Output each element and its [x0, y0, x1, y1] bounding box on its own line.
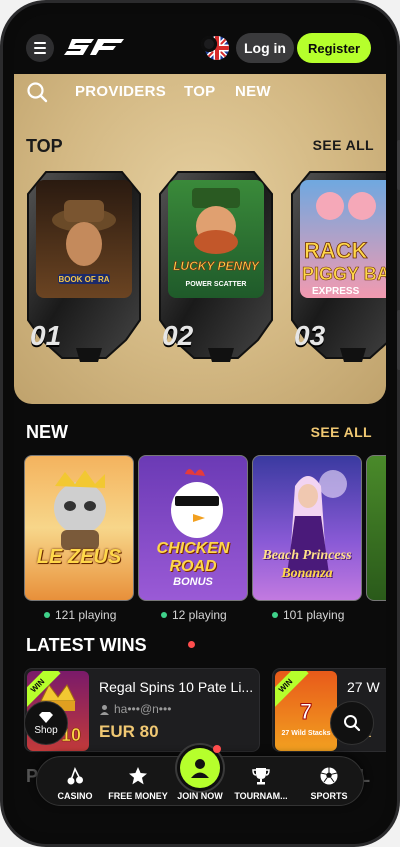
new-section-title: NEW: [26, 422, 68, 442]
hamburger-menu-icon[interactable]: [26, 34, 54, 62]
new-game-title: LE ZEUS: [36, 546, 122, 568]
user-icon: [100, 704, 109, 715]
floating-search-button[interactable]: [330, 701, 374, 745]
nav-sports[interactable]: SPORTS: [299, 757, 359, 807]
top-game-subtitle: PIGGY BA: [302, 264, 386, 284]
category-nav: PROVIDERS TOP NEW: [14, 74, 386, 110]
top-rank-number: 01: [30, 320, 62, 351]
shop-button[interactable]: Shop: [24, 701, 68, 745]
nav-top[interactable]: TOP: [184, 83, 215, 100]
nav-join-now[interactable]: JOIN NOW: [173, 757, 227, 807]
app-header: Log in Register: [14, 14, 386, 74]
win-game-name: 27 W: [347, 679, 380, 695]
search-icon[interactable]: [26, 81, 48, 103]
top-games-panel: PROVIDERS TOP NEW TOP SEE ALL BOOK OF RA…: [14, 74, 386, 404]
phone-frame: Log in Register PROVIDERS TOP NEW TOP SE…: [0, 0, 400, 847]
top-rank-number: 03: [294, 320, 326, 351]
app-screen: Log in Register PROVIDERS TOP NEW TOP SE…: [14, 14, 386, 833]
new-game-card[interactable]: Beach Princess Bonanza: [252, 455, 362, 601]
cherries-icon: [67, 766, 83, 785]
new-game-title-line2: ROAD: [169, 558, 217, 575]
latest-wins-title: LATEST WINS: [26, 635, 147, 655]
search-icon: [344, 715, 361, 732]
top-game-extra: EXPRESS: [312, 286, 360, 297]
new-game-title-line2: Bonanza: [281, 566, 333, 581]
logo[interactable]: [64, 38, 132, 56]
nav-new[interactable]: NEW: [235, 83, 271, 100]
new-game-title: CHICKEN: [156, 540, 230, 557]
new-game-card[interactable]: [366, 455, 386, 601]
front-camera: [201, 36, 217, 52]
bottom-navigation: CASINO FREE MONEY JOIN NOW TOURNAM... SP…: [36, 743, 364, 807]
register-button[interactable]: Register: [297, 33, 371, 63]
top-game-card[interactable]: RACK PIGGY BA EXPRESS 03: [290, 170, 386, 366]
top-section-title: TOP: [26, 136, 63, 156]
top-game-title: BOOK OF RA: [58, 275, 109, 284]
notification-dot: [213, 745, 221, 753]
top-game-card[interactable]: LUCKY PENNY POWER SCATTER 02: [158, 170, 274, 366]
player-count: 121 playing: [44, 608, 116, 622]
nav-tournaments[interactable]: TOURNAM...: [229, 757, 293, 807]
nav-free-money[interactable]: FREE MONEY: [105, 757, 171, 807]
win-game-thumbnail: 7 27 Wild Stacks WIN: [275, 671, 337, 751]
svg-text:7: 7: [300, 699, 312, 724]
online-dot-icon: [44, 612, 50, 618]
top-game-card[interactable]: BOOK OF RA 01: [26, 170, 142, 366]
nav-casino[interactable]: CASINO: [45, 757, 105, 807]
soccer-ball-icon: [320, 767, 338, 785]
player-count: 12 playing: [161, 608, 227, 622]
win-amount: EUR 80: [99, 722, 159, 741]
trophy-icon: [252, 768, 270, 785]
win-thumb-label: 27 Wild Stacks: [282, 730, 331, 737]
win-user: ha•••@n•••: [99, 702, 171, 716]
top-rank-number: 02: [162, 320, 194, 351]
online-dot-icon: [161, 612, 167, 618]
top-game-title: RACK: [304, 238, 368, 263]
player-count: 101 playing: [272, 608, 344, 622]
nav-providers[interactable]: PROVIDERS: [75, 83, 166, 100]
top-game-subtitle: POWER SCATTER: [186, 281, 247, 288]
top-game-title: LUCKY PENNY: [173, 259, 260, 273]
new-game-card[interactable]: CHICKEN ROAD BONUS: [138, 455, 248, 601]
diamond-icon: [39, 711, 53, 723]
new-game-title-line3: BONUS: [173, 576, 213, 588]
top-see-all-link[interactable]: SEE ALL: [313, 137, 374, 153]
live-indicator-icon: [188, 641, 195, 648]
new-game-title: Beach Princess: [262, 548, 352, 563]
new-game-card[interactable]: LE ZEUS: [24, 455, 134, 601]
star-icon: [129, 767, 147, 785]
login-button[interactable]: Log in: [236, 33, 294, 63]
win-game-name: Regal Spins 10 Pate Li...: [99, 679, 254, 695]
new-see-all-link[interactable]: SEE ALL: [311, 424, 372, 440]
online-dot-icon: [272, 612, 278, 618]
